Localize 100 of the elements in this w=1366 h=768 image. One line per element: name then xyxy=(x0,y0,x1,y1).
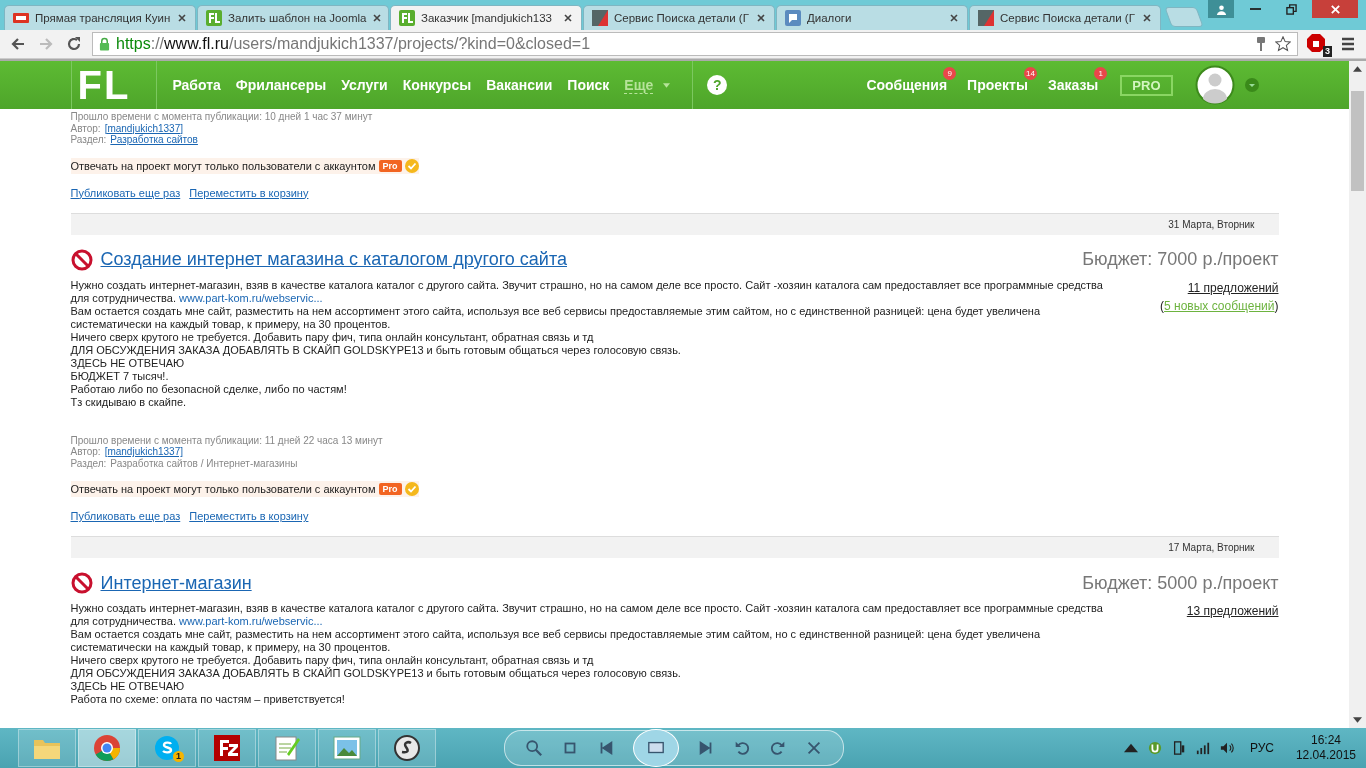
prohibited-icon xyxy=(70,248,93,271)
action-link[interactable]: Переместить в корзину xyxy=(189,186,309,199)
star-icon[interactable] xyxy=(1275,36,1291,52)
description-paragraph: Вам остается создать мне сайт, разместить на нем ассортимент этого сайта, используя все веб сервисы предоставляемые этим сайтом, но с единственной разницей: цена будет увеличена систематически на каждый товар, к примеру, на 30 процентов. xyxy=(70,628,1041,654)
action-link[interactable]: Публиковать еще раз xyxy=(70,510,181,522)
chat-icon xyxy=(785,10,801,26)
browser-tab[interactable]: Залить шаблон на Joomla xyxy=(197,5,389,30)
offers-link[interactable]: 11 предложений xyxy=(1187,280,1279,295)
skype-logo-icon xyxy=(153,734,181,762)
slideshow-button[interactable] xyxy=(633,729,679,767)
time-text: 16:24 xyxy=(1310,733,1341,748)
date-text: 31 Марта, Вторник xyxy=(1168,218,1255,230)
count-badge: 9 xyxy=(943,67,957,80)
tab-title: Сервис Поиска детали (Г xyxy=(614,12,750,24)
description-paragraph: Ничего сверх крутого не требуется. Добавить пару фич, типа онлайн консультант, обратная связь и тд xyxy=(70,330,595,343)
clock[interactable]: 16:24 12.04.2015 xyxy=(1295,733,1356,763)
taskbar-app-button[interactable] xyxy=(198,729,256,767)
author-label: Автор: xyxy=(70,122,101,134)
project-title-link[interactable]: Интернет-магазин xyxy=(100,572,252,594)
author-link[interactable]: [mandjukich1337] xyxy=(104,446,184,458)
description-paragraph: Нужно создать интернет-магазин, взяв в качестве каталога каталог с другого сайта. Звучит страшно, но на самом деле все просто. Сайт -хозяин каталога сам предоставляет все программные средства для сотрудничества. www.part-kom.ru/webservic... xyxy=(70,602,1104,628)
show-hidden-icons-icon[interactable] xyxy=(1123,741,1138,755)
scroll-thumb[interactable] xyxy=(1351,91,1364,191)
stop-sign-icon xyxy=(1306,33,1326,53)
description-paragraph: ЗДЕСЬ НЕ ОТВЕЧАЮ xyxy=(70,356,186,370)
taskbar-app-button[interactable]: 1 xyxy=(138,729,196,767)
description-paragraph: ЗДЕСЬ НЕ ОТВЕЧАЮ xyxy=(70,680,186,693)
tab-title: Диалоги xyxy=(807,12,853,24)
browser-tab[interactable]: Диалоги xyxy=(776,5,968,30)
publication-time: Прошло времени с момента публикации: 11 дней 22 часа 13 минут xyxy=(70,434,384,446)
back-icon[interactable] xyxy=(10,36,26,52)
author-link[interactable]: [mandjukich1337] xyxy=(104,122,184,134)
scrollbar[interactable] xyxy=(1349,61,1366,728)
offers-link[interactable]: 13 предложений xyxy=(1186,604,1279,618)
stop-hand-extension-button[interactable]: 3 xyxy=(1306,33,1330,55)
project-title-link[interactable]: Создание интернет магазина с каталогом другого сайта xyxy=(100,249,567,270)
tab-title: Залить шаблон на Joomla xyxy=(228,12,367,24)
menu-icon[interactable] xyxy=(1340,36,1356,52)
section-label: Раздел: xyxy=(70,134,107,146)
torrent-icon[interactable] xyxy=(1147,741,1162,755)
zoom-icon[interactable] xyxy=(525,739,543,757)
section-link[interactable]: Разработка сайтов xyxy=(110,134,198,146)
person-icon xyxy=(1215,3,1227,15)
extension-count: 3 xyxy=(1323,46,1332,57)
description-paragraph: Вам остается создать мне сайт, разместить на нем ассортимент этого сайта, используя все веб сервисы предоставляемые этим сайтом, но с единственной разницей: цена будет увеличена систематически на каждый товар, к примеру, на 30 процентов. xyxy=(70,304,1041,331)
browser-tab[interactable]: Сервис Поиска детали (Г xyxy=(969,5,1161,30)
description-paragraph: ДЛЯ ОБСУЖДЕНИЯ ЗАКАЗА ДОБАВЛЯТЬ В СКАЙП GOLDSKYPE13 и быть готовым общаться через голосовую связь. xyxy=(70,667,682,680)
paren: ( xyxy=(1160,297,1165,315)
close-button[interactable] xyxy=(1312,0,1358,18)
close-icon xyxy=(1329,3,1341,15)
check-icon xyxy=(404,158,419,173)
reload-icon[interactable] xyxy=(66,36,82,52)
description-paragraph: БЮДЖЕТ 7 тысяч!. xyxy=(70,369,170,383)
profile-button[interactable] xyxy=(1208,0,1234,18)
action-link[interactable]: Переместить в корзину xyxy=(189,510,309,522)
browser-tab[interactable]: Сервис Поиска детали (Г xyxy=(583,5,775,30)
date-text: 17 Марта, Вторник xyxy=(1168,542,1255,553)
address-bar[interactable]: https://www.fl.ru/users/mandjukich1337/projects/?kind=0&closed=1 xyxy=(92,32,1298,56)
website-link[interactable]: www.part-kom.ru/webservic... xyxy=(179,615,323,627)
taskbar-app-button[interactable] xyxy=(378,729,436,767)
paren: ) xyxy=(1274,297,1279,315)
caret-icon xyxy=(663,82,671,88)
tab-title: Прямая трансляция Куин xyxy=(35,12,171,24)
close-icon[interactable] xyxy=(756,13,766,23)
rotate-left-icon[interactable] xyxy=(733,739,751,757)
rotate-right-icon[interactable] xyxy=(769,739,787,757)
dropdown-icon[interactable] xyxy=(1244,78,1259,92)
help-button[interactable]: ? xyxy=(707,75,728,95)
chrome-logo-icon xyxy=(93,734,121,762)
browser-tab[interactable]: Прямая трансляция Куин xyxy=(4,5,196,30)
tab-title: Сервис Поиска детали (Г xyxy=(1000,12,1136,24)
budget-text: Бюджет: 7000 р./проект xyxy=(1082,249,1279,270)
website-link[interactable]: www.part-kom.ru/webservic... xyxy=(179,291,323,304)
scroll-down-icon[interactable] xyxy=(1353,717,1362,723)
volume-icon[interactable] xyxy=(1219,741,1234,755)
device-icon[interactable] xyxy=(1171,741,1186,755)
delete-icon[interactable] xyxy=(805,739,823,757)
square-logo-icon xyxy=(978,10,994,26)
close-icon[interactable] xyxy=(177,13,187,23)
scroll-up-icon[interactable] xyxy=(1353,66,1362,72)
avatar-silhouette-icon[interactable] xyxy=(1194,65,1235,105)
description-paragraph: Работаю либо по безопасной сделке, либо по частям! xyxy=(70,382,348,396)
fl-logo-icon xyxy=(206,10,222,26)
minimize-icon xyxy=(1249,8,1261,10)
close-icon[interactable] xyxy=(949,13,959,23)
check-icon xyxy=(404,482,419,496)
browser-tab[interactable]: Заказчик [mandjukich133 xyxy=(390,5,582,30)
notification-badge: 1 xyxy=(173,751,184,762)
description-paragraph: Ничего сверх крутого не требуется. Добавить пару фич, типа онлайн консультант, обратная связь и тд xyxy=(70,654,595,667)
input-language[interactable]: РУС xyxy=(1249,741,1274,755)
description-paragraph: Нужно создать интернет-магазин, взяв в качестве каталога каталог с другого сайта. Звучит страшно, но на самом деле все просто. Сайт -хозяин каталога сам предоставляет все программные средства для сотрудничества. www.part-kom.ru/webservic... xyxy=(70,278,1104,305)
signal-icon[interactable] xyxy=(1195,741,1210,755)
filezilla-logo-icon xyxy=(213,734,241,762)
section-text: Разработка сайтов / Интернет-магазины xyxy=(110,457,298,469)
close-icon[interactable] xyxy=(563,13,573,23)
pro-badge: Pro xyxy=(378,159,402,172)
action-link[interactable]: Публиковать еще раз xyxy=(70,186,181,199)
close-icon[interactable] xyxy=(1142,13,1152,23)
close-icon[interactable] xyxy=(372,13,383,23)
tab-title: Заказчик [mandjukich133 xyxy=(421,12,553,24)
